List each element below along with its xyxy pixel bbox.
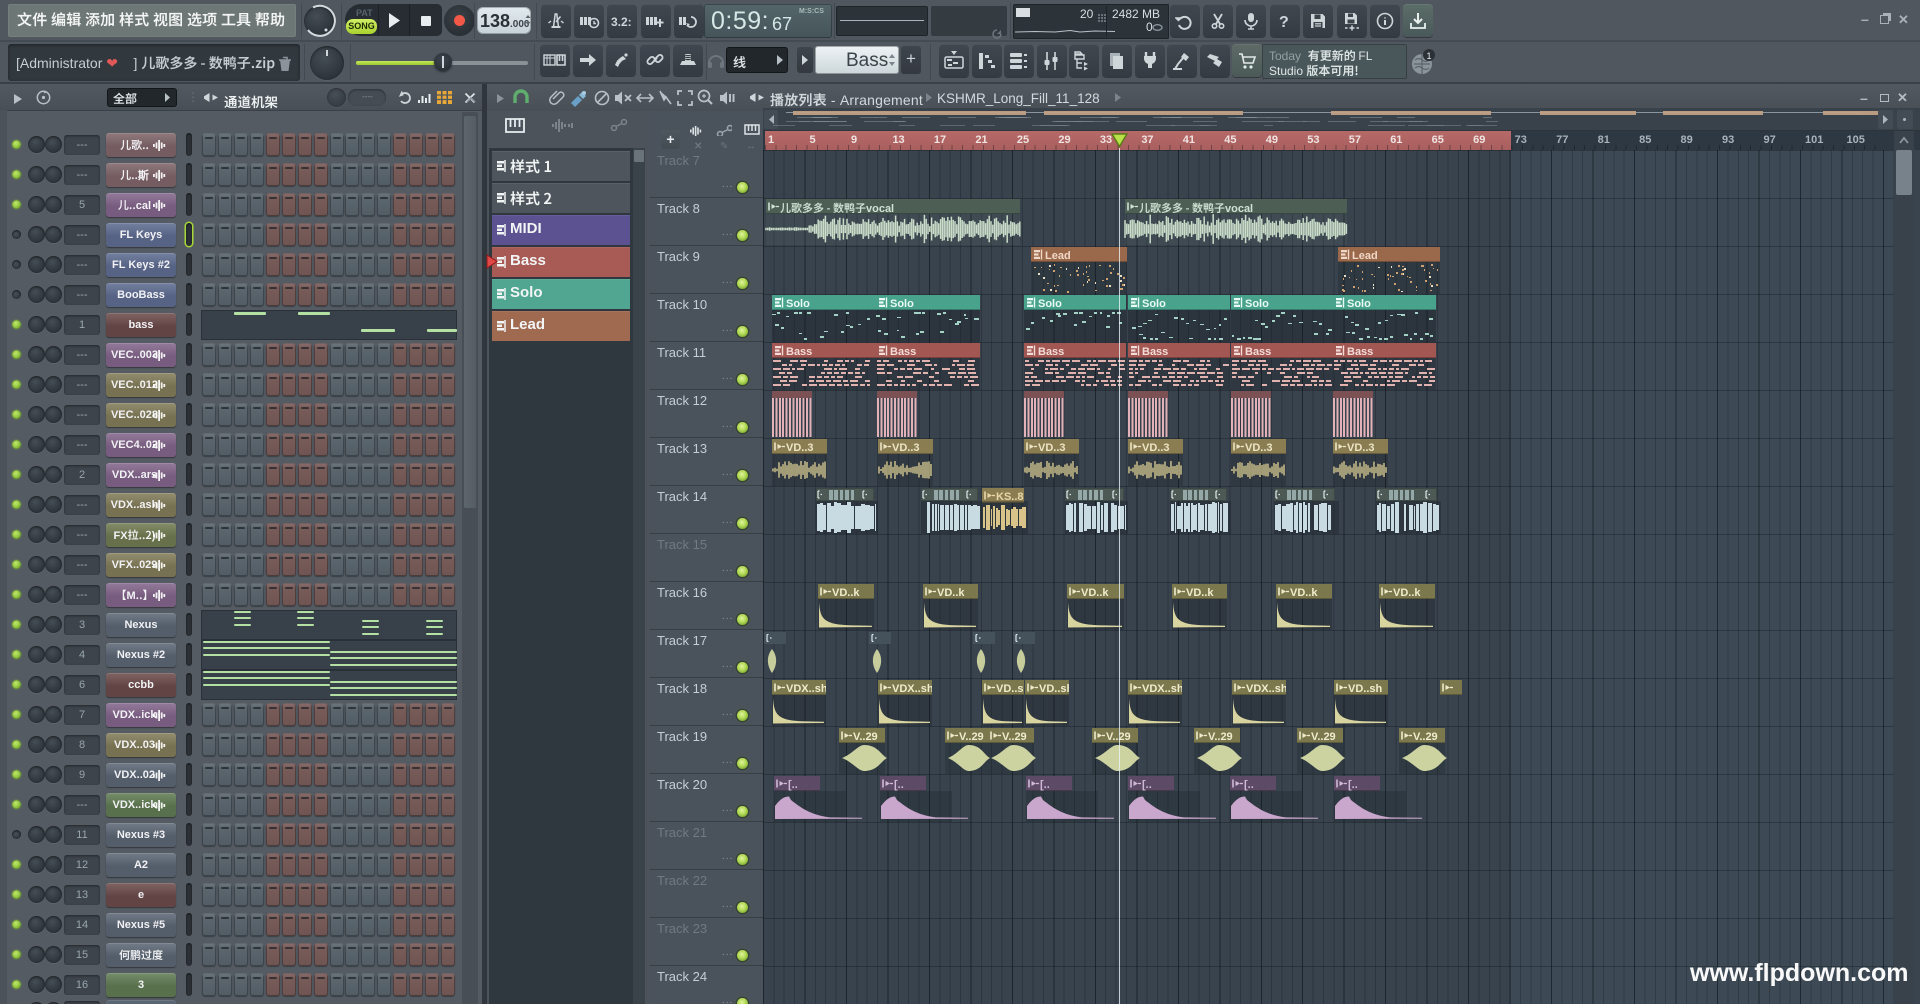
svg-text:?: ?	[1279, 14, 1289, 31]
svg-text:1: 1	[1427, 51, 1432, 61]
svg-text:3.2:: 3.2:	[611, 15, 632, 29]
